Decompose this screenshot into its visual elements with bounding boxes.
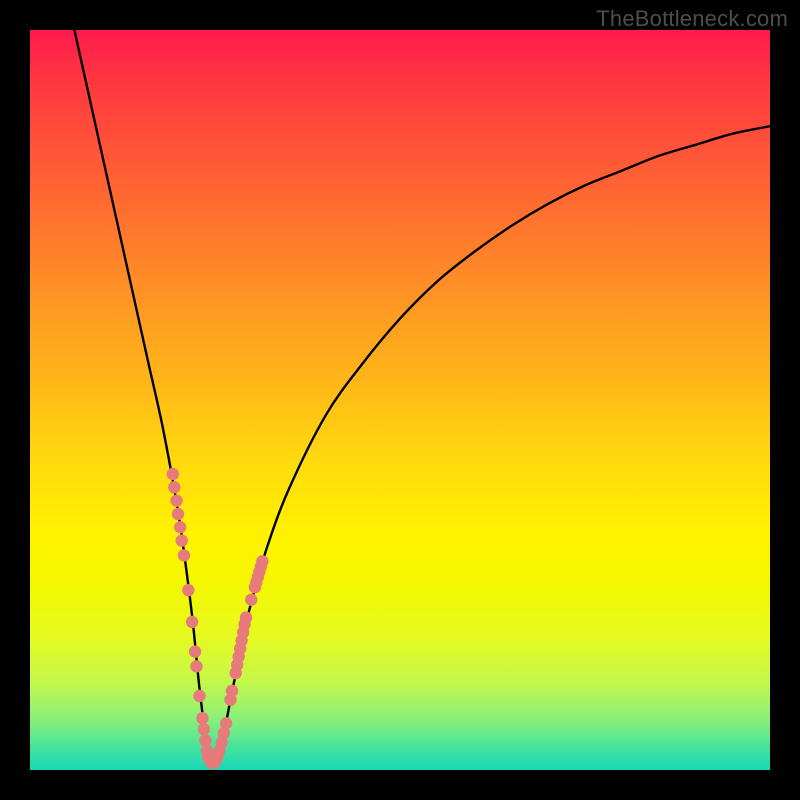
curve-marker (240, 611, 252, 623)
watermark-text: TheBottleneck.com (596, 6, 788, 32)
curve-markers (167, 468, 269, 770)
curve-marker (172, 508, 184, 520)
curve-marker (168, 481, 180, 493)
curve-marker (256, 555, 268, 567)
curve-marker (189, 645, 201, 657)
curve-marker (220, 717, 232, 729)
plot-area (30, 30, 770, 770)
curve-marker (193, 690, 205, 702)
chart-frame: TheBottleneck.com (0, 0, 800, 800)
curve-marker (176, 534, 188, 546)
curve-marker (178, 549, 190, 561)
curve-marker (198, 723, 210, 735)
curve-marker (196, 712, 208, 724)
curve-marker (226, 685, 238, 697)
bottleneck-curve-svg (30, 30, 770, 770)
bottleneck-curve-path (74, 30, 770, 766)
curve-marker (186, 616, 198, 628)
curve-marker (182, 584, 194, 596)
curve-marker (245, 594, 257, 606)
curve-marker (174, 521, 186, 533)
curve-marker (170, 494, 182, 506)
curve-marker (190, 660, 202, 672)
curve-marker (167, 468, 179, 480)
